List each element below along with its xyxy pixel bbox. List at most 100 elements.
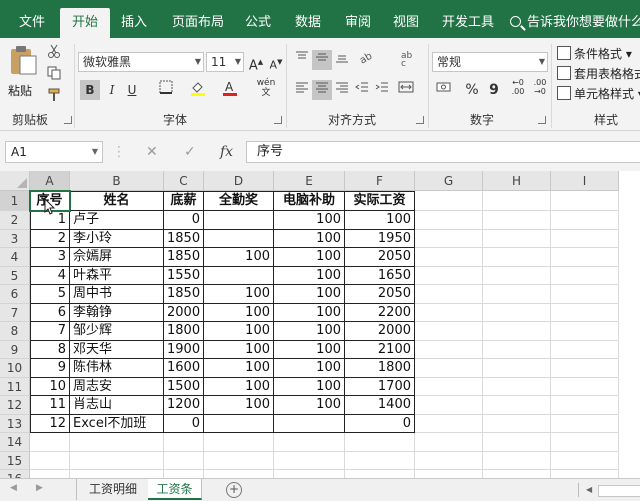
conditional-formatting-button[interactable]: 条件格式 ▾ <box>557 44 632 64</box>
cell[interactable] <box>551 322 619 341</box>
table-cell[interactable]: 11 <box>30 396 70 415</box>
row-header[interactable]: 8 <box>0 322 30 341</box>
table-cell[interactable]: 100 <box>204 322 274 341</box>
wrap-text-icon[interactable]: ab c <box>396 50 416 70</box>
cell[interactable] <box>274 433 345 452</box>
comma-style-button[interactable]: 9 <box>484 80 504 100</box>
cell[interactable] <box>164 451 204 470</box>
table-cell[interactable]: 2050 <box>345 248 415 267</box>
cell[interactable] <box>415 303 483 322</box>
tell-me-box[interactable]: 告诉我你想要做什么 <box>510 8 640 38</box>
tab-review[interactable]: 审阅 <box>338 8 378 38</box>
table-cell[interactable]: 1800 <box>164 322 204 341</box>
increase-indent-icon[interactable] <box>372 80 392 100</box>
column-header[interactable]: A <box>30 171 70 191</box>
cell[interactable] <box>551 377 619 396</box>
table-cell[interactable]: 2200 <box>345 303 415 322</box>
cell[interactable] <box>551 248 619 267</box>
cell[interactable] <box>551 414 619 433</box>
cell[interactable] <box>415 451 483 470</box>
cell[interactable] <box>70 470 164 478</box>
table-cell[interactable]: 1400 <box>345 396 415 415</box>
table-cell[interactable]: 邹少辉 <box>70 322 164 341</box>
orientation-icon[interactable]: ab <box>356 50 376 70</box>
table-cell[interactable]: 邓天华 <box>70 340 164 359</box>
tab-insert[interactable]: 插入 <box>114 8 154 38</box>
cell[interactable] <box>415 229 483 248</box>
cell[interactable] <box>415 248 483 267</box>
table-cell[interactable] <box>204 229 274 248</box>
table-cell[interactable]: 0 <box>164 414 204 433</box>
enter-icon[interactable]: ✓ <box>184 141 196 163</box>
row-header[interactable]: 7 <box>0 303 30 322</box>
font-name-dropdown[interactable]: 微软雅黑 ▼ <box>78 52 204 72</box>
row-header[interactable]: 3 <box>0 229 30 248</box>
cell[interactable] <box>30 470 70 478</box>
row-header[interactable]: 5 <box>0 266 30 285</box>
sheet-tab-salary-detail[interactable]: 工资明细 <box>76 479 150 500</box>
decrease-font-size-button[interactable]: A▼ <box>266 52 286 72</box>
cell[interactable] <box>483 359 551 378</box>
cell[interactable] <box>164 433 204 452</box>
scroll-left-arrow-icon[interactable]: ◀ <box>586 485 592 494</box>
align-right-icon[interactable] <box>332 80 352 100</box>
percent-button[interactable]: % <box>462 80 482 100</box>
decrease-indent-icon[interactable] <box>352 80 372 100</box>
cell[interactable] <box>551 303 619 322</box>
row-header[interactable]: 11 <box>0 377 30 396</box>
tab-home[interactable]: 开始 <box>60 8 110 38</box>
cell[interactable] <box>483 322 551 341</box>
cell[interactable] <box>551 229 619 248</box>
cell[interactable] <box>415 322 483 341</box>
cell[interactable] <box>274 451 345 470</box>
table-cell[interactable]: 5 <box>30 285 70 304</box>
sheet-tab-salary-slip[interactable]: 工资条 <box>148 479 202 500</box>
italic-button[interactable]: I <box>102 80 122 100</box>
table-cell[interactable]: 6 <box>30 303 70 322</box>
copy-icon[interactable] <box>44 66 64 86</box>
cell[interactable] <box>415 211 483 230</box>
table-cell[interactable] <box>204 211 274 230</box>
scroll-right-icon[interactable]: ▶ <box>36 483 43 493</box>
table-cell[interactable]: 2050 <box>345 285 415 304</box>
table-cell[interactable]: 2000 <box>345 322 415 341</box>
table-cell[interactable]: 卢子 <box>70 211 164 230</box>
table-cell[interactable]: 100 <box>274 285 345 304</box>
table-cell[interactable]: 李小玲 <box>70 229 164 248</box>
tab-page-layout[interactable]: 页面布局 <box>166 8 230 38</box>
select-all-button[interactable] <box>0 171 30 191</box>
alignment-launcher-icon[interactable] <box>416 116 424 124</box>
column-header[interactable]: E <box>274 171 345 191</box>
row-header[interactable]: 2 <box>0 211 30 230</box>
table-cell[interactable]: 100 <box>274 322 345 341</box>
cell[interactable] <box>415 285 483 304</box>
table-cell[interactable]: 1650 <box>345 266 415 285</box>
column-header[interactable]: C <box>164 171 204 191</box>
cell[interactable] <box>204 451 274 470</box>
cell[interactable] <box>204 433 274 452</box>
decrease-decimal-button[interactable]: .00 →0 <box>530 78 550 98</box>
format-painter-icon[interactable] <box>44 88 64 108</box>
table-cell[interactable]: Excel不加班 <box>70 414 164 433</box>
table-cell[interactable]: 1600 <box>164 359 204 378</box>
cell[interactable] <box>551 211 619 230</box>
borders-icon[interactable] <box>156 80 176 100</box>
cell[interactable] <box>30 433 70 452</box>
cell[interactable] <box>204 470 274 478</box>
table-cell[interactable]: 叶森平 <box>70 266 164 285</box>
cell[interactable] <box>551 470 619 478</box>
tab-data[interactable]: 数据 <box>288 8 328 38</box>
table-cell[interactable]: 1200 <box>164 396 204 415</box>
cell[interactable] <box>415 470 483 478</box>
table-cell[interactable]: 100 <box>274 340 345 359</box>
table-cell[interactable]: 100 <box>204 303 274 322</box>
cell[interactable] <box>164 470 204 478</box>
table-cell[interactable]: 肖志山 <box>70 396 164 415</box>
table-header-cell[interactable]: 实际工资 <box>345 191 415 211</box>
cell[interactable] <box>70 433 164 452</box>
table-cell[interactable] <box>274 414 345 433</box>
row-header[interactable]: 1 <box>0 191 30 211</box>
table-cell[interactable]: 100 <box>204 285 274 304</box>
cell[interactable] <box>551 451 619 470</box>
table-cell[interactable]: 2000 <box>164 303 204 322</box>
